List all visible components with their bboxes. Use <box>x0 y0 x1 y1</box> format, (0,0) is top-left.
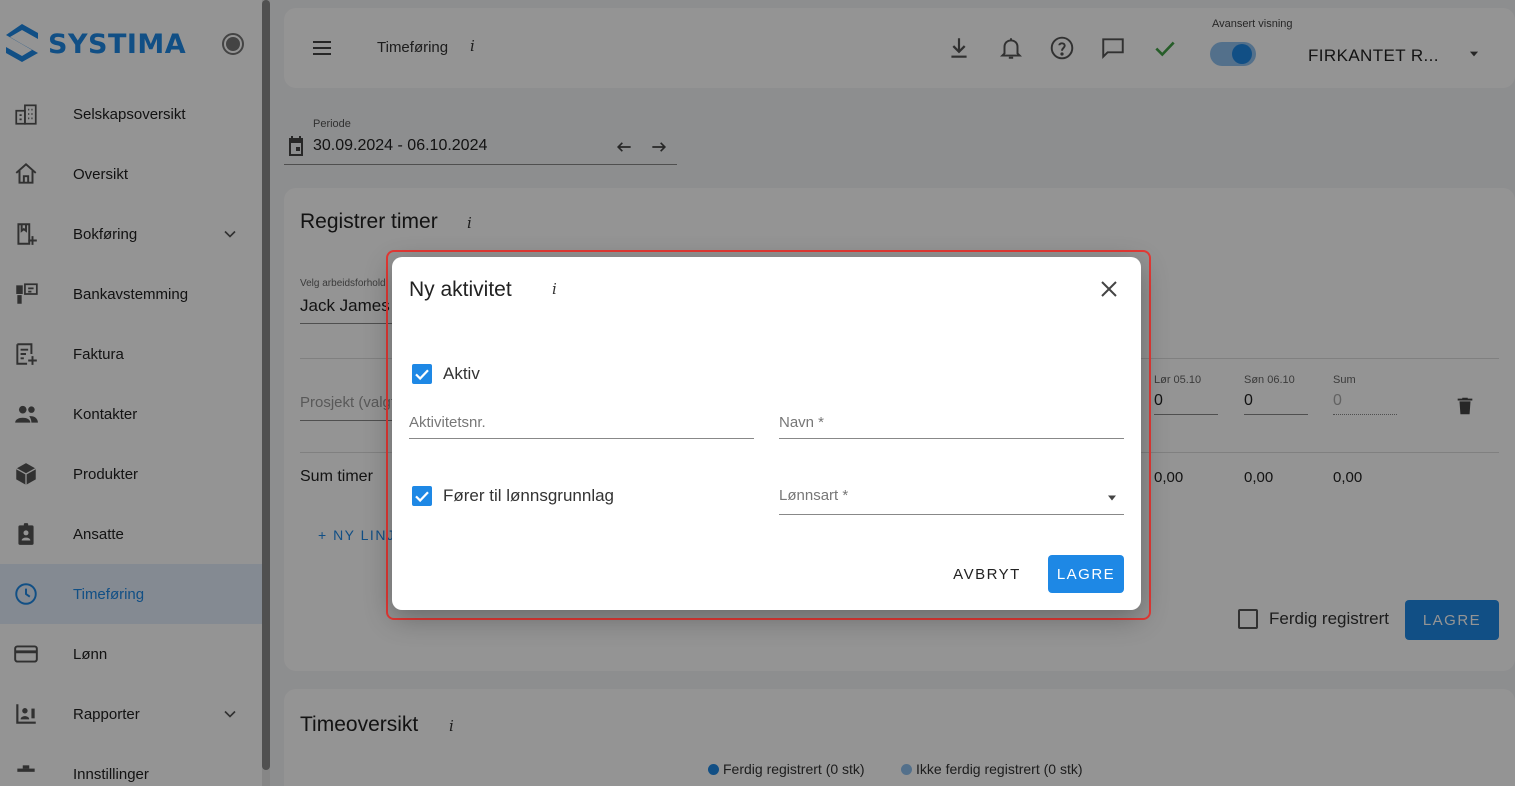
payroll-basis-label: Fører til lønnsgrunnlag <box>443 486 615 505</box>
new-activity-dialog: Ny aktivitet i Aktiv Fører til lønnsgrun… <box>392 257 1141 610</box>
wage-type-select[interactable]: Lønnsart * <box>779 483 1124 515</box>
info-icon[interactable]: i <box>552 280 557 298</box>
activity-number-field[interactable] <box>409 407 754 439</box>
activity-number-input[interactable] <box>409 407 754 438</box>
wage-type-placeholder: Lønnsart * <box>779 487 849 504</box>
cancel-button[interactable]: AVBRYT <box>942 555 1032 593</box>
dialog-title: Ny aktivitet <box>409 278 512 301</box>
aktiv-checkbox[interactable] <box>412 364 432 384</box>
payroll-basis-checkbox[interactable] <box>412 486 432 506</box>
checkmark-icon <box>415 369 429 381</box>
checkmark-icon <box>415 491 429 503</box>
name-input[interactable] <box>779 407 1124 438</box>
close-icon[interactable] <box>1097 277 1121 301</box>
name-field[interactable] <box>779 407 1124 439</box>
caret-down-icon[interactable] <box>1106 492 1118 504</box>
aktiv-label: Aktiv <box>443 364 480 383</box>
save-button[interactable]: LAGRE <box>1048 555 1124 593</box>
